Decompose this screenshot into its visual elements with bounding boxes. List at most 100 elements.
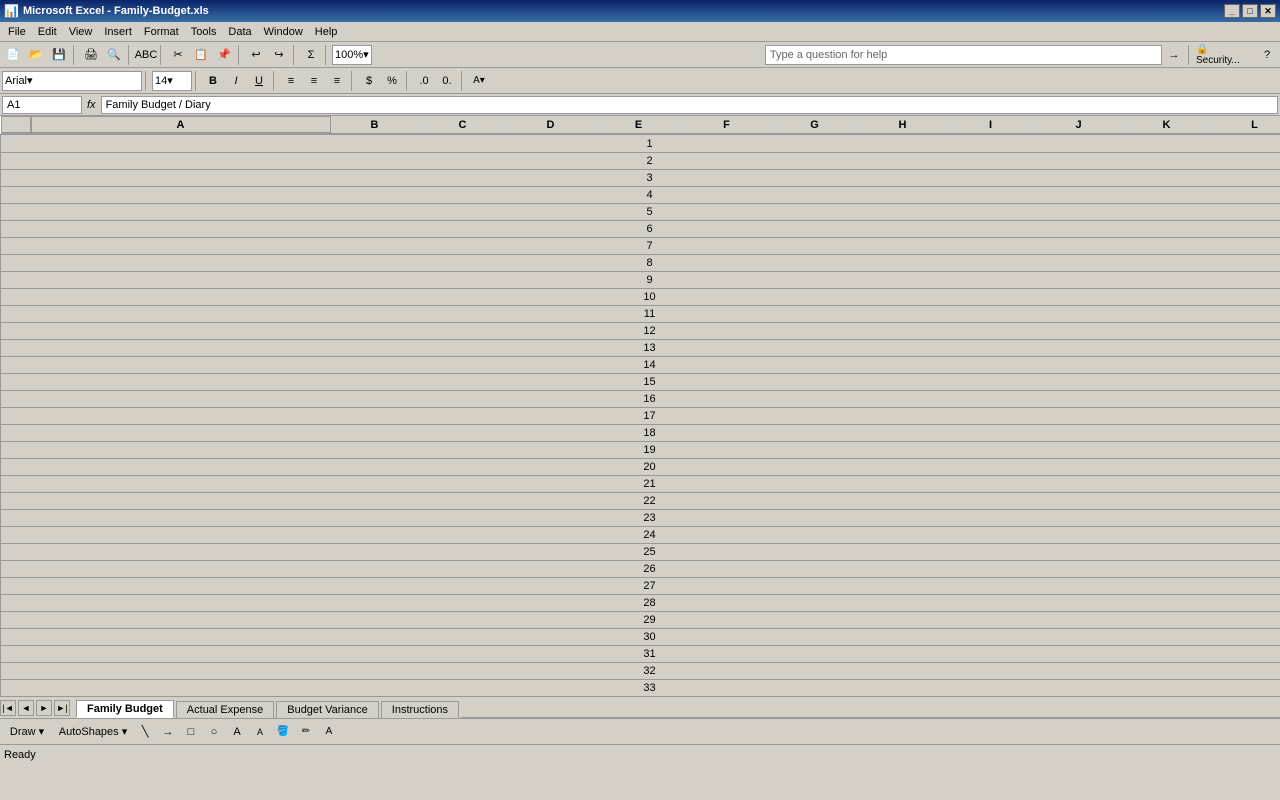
textbox-button[interactable]: A [226, 722, 248, 742]
window-controls[interactable]: _ □ ✕ [1224, 4, 1276, 18]
col-header-c[interactable]: C [419, 116, 507, 133]
row-number: 31 [1, 646, 1280, 663]
increase-decimal-button[interactable]: .0 [413, 71, 435, 91]
table-row: 20Apparel and services145145145145145145… [1, 459, 1280, 476]
undo-button[interactable]: ↩ [245, 45, 267, 65]
tab-prev-button[interactable]: ◄ [18, 700, 34, 716]
align-left-button[interactable]: ≡ [280, 71, 302, 91]
sheet-tab-family-budget[interactable]: Family Budget [76, 700, 174, 718]
menu-view[interactable]: View [63, 24, 99, 40]
line-button[interactable]: ╲ [134, 722, 156, 742]
decrease-decimal-button[interactable]: 0. [436, 71, 458, 91]
rect-button[interactable]: □ [180, 722, 202, 742]
percent-button[interactable]: % [381, 71, 403, 91]
cut-button[interactable]: ✂ [167, 45, 189, 65]
align-center-button[interactable]: ≡ [303, 71, 325, 91]
col-header-i[interactable]: I [947, 116, 1035, 133]
col-header-a[interactable]: A [31, 116, 331, 133]
tab-last-button[interactable]: ►| [54, 700, 70, 716]
col-header-d[interactable]: D [507, 116, 595, 133]
separator [461, 71, 465, 91]
status-text: Ready [4, 749, 36, 761]
menu-tools[interactable]: Tools [185, 24, 223, 40]
currency-button[interactable]: $ [358, 71, 380, 91]
arrow-button[interactable]: → [157, 722, 179, 742]
table-row: 2Food [1, 153, 1280, 170]
row-number: 18 [1, 425, 1280, 442]
sheet-tab-bar: |◄ ◄ ► ►| Family BudgetActual ExpenseBud… [0, 696, 1280, 718]
data-table: A B C D E F G H I J K L 1Family Budget /… [0, 116, 1280, 696]
row-number: 3 [1, 170, 1280, 187]
row-number: 24 [1, 527, 1280, 544]
menu-insert[interactable]: Insert [98, 24, 138, 40]
print-preview-button[interactable]: 🔍 [103, 45, 125, 65]
font-color-btn2[interactable]: A [318, 722, 340, 742]
copy-button[interactable]: 📋 [190, 45, 212, 65]
table-row: 6Dairy products3030303030303030303030 [1, 221, 1280, 238]
security-button[interactable]: 🔒 Security... [1195, 45, 1255, 65]
row-number: 5 [1, 204, 1280, 221]
sheet-tab-instructions[interactable]: Instructions [381, 701, 459, 718]
sheet-tab-actual-expense[interactable]: Actual Expense [176, 701, 274, 718]
table-row: 5Meats, poultry, fish, and eggs707070707… [1, 204, 1280, 221]
separator [1188, 45, 1192, 65]
zoom-dropdown[interactable]: 100% ▾ [332, 45, 372, 65]
window-title: Microsoft Excel - Family-Budget.xls [23, 5, 1224, 17]
save-button[interactable]: 💾 [48, 45, 70, 65]
spreadsheet-grid[interactable]: A B C D E F G H I J K L 1Family Budget /… [0, 116, 1280, 696]
help-search-button[interactable]: → [1163, 45, 1185, 65]
align-right-button[interactable]: ≡ [326, 71, 348, 91]
col-header-h[interactable]: H [859, 116, 947, 133]
new-button[interactable]: 📄 [2, 45, 24, 65]
formula-input[interactable]: Family Budget / Diary [101, 96, 1278, 114]
autoshapes-button[interactable]: AutoShapes ▾ [53, 722, 133, 742]
col-header-g[interactable]: G [771, 116, 859, 133]
font-dropdown[interactable]: Arial ▾ [2, 71, 142, 91]
menu-help[interactable]: Help [309, 24, 344, 40]
col-header-b[interactable]: B [331, 116, 419, 133]
zoom-value: 100% [335, 49, 363, 61]
cell-reference[interactable]: A1 [2, 96, 82, 114]
menu-file[interactable]: File [2, 24, 32, 40]
close-button[interactable]: ✕ [1260, 4, 1276, 18]
help-input[interactable]: Type a question for help [765, 45, 1162, 65]
menu-window[interactable]: Window [258, 24, 309, 40]
wordart-button[interactable]: A [249, 722, 271, 742]
col-header-e[interactable]: E [595, 116, 683, 133]
col-header-j[interactable]: J [1035, 116, 1123, 133]
menu-edit[interactable]: Edit [32, 24, 63, 40]
menu-data[interactable]: Data [222, 24, 257, 40]
line-color-button[interactable]: ✏ [295, 722, 317, 742]
col-header-f[interactable]: F [683, 116, 771, 133]
bold-button[interactable]: B [202, 71, 224, 91]
font-color-button[interactable]: A▾ [468, 71, 490, 91]
fill-color-button[interactable]: 🪣 [272, 722, 294, 742]
row-number: 13 [1, 340, 1280, 357]
col-header-l[interactable]: L [1211, 116, 1280, 133]
draw-button[interactable]: Draw ▾ [2, 722, 52, 742]
menu-format[interactable]: Format [138, 24, 185, 40]
oval-button[interactable]: ○ [203, 722, 225, 742]
help-button[interactable]: ? [1256, 45, 1278, 65]
italic-button[interactable]: I [225, 71, 247, 91]
row-number: 1 [1, 135, 1280, 153]
underline-button[interactable]: U [248, 71, 270, 91]
redo-button[interactable]: ↪ [268, 45, 290, 65]
status-bar: Ready [0, 744, 1280, 764]
sum-button[interactable]: Σ [300, 45, 322, 65]
fontsize-dropdown[interactable]: 14 ▾ [152, 71, 192, 91]
row-number: 8 [1, 255, 1280, 272]
col-header-k[interactable]: K [1123, 116, 1211, 133]
tab-first-button[interactable]: |◄ [0, 700, 16, 716]
print-button[interactable]: 🖨 [80, 45, 102, 65]
spell-check-button[interactable]: ABC [135, 45, 157, 65]
sheet-tab-budget-variance[interactable]: Budget Variance [276, 701, 379, 718]
paste-button[interactable]: 📌 [213, 45, 235, 65]
table-row: 8Other food at home909090909090909090909… [1, 255, 1280, 272]
separator [160, 45, 164, 65]
restore-button[interactable]: □ [1242, 4, 1258, 18]
minimize-button[interactable]: _ [1224, 4, 1240, 18]
open-button[interactable]: 📂 [25, 45, 47, 65]
tab-next-button[interactable]: ► [36, 700, 52, 716]
row-number: 22 [1, 493, 1280, 510]
